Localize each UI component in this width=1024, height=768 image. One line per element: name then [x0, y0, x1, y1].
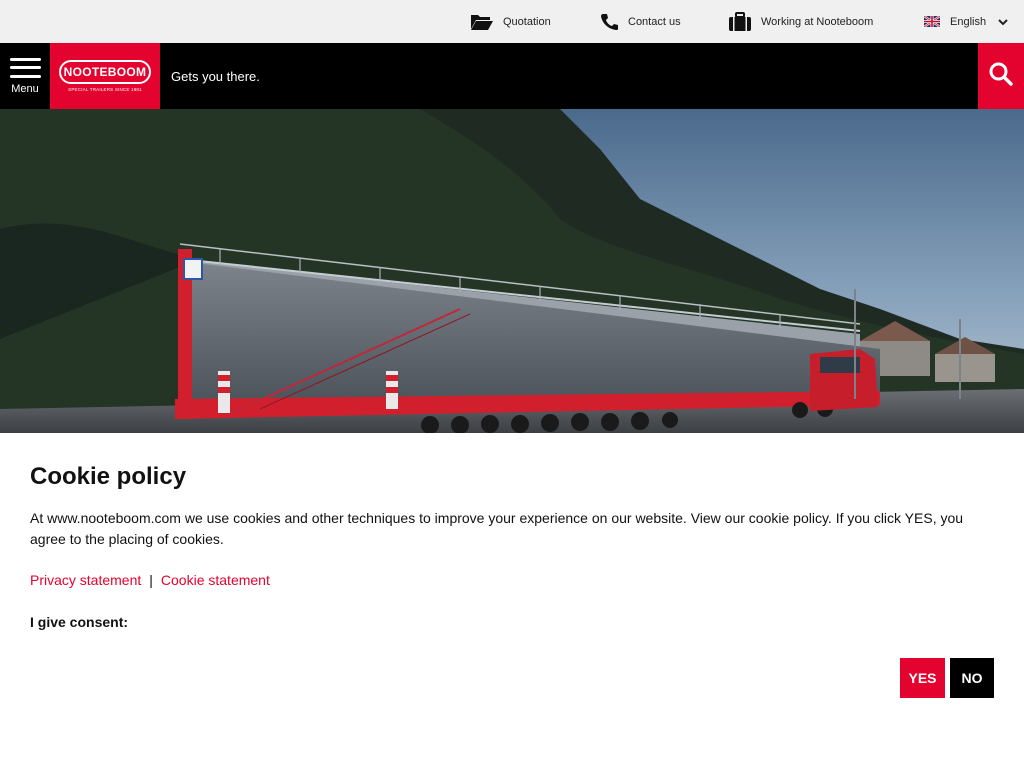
folder-icon: [470, 13, 494, 31]
hero-trailer-illustration: [0, 109, 1024, 433]
tagline: Gets you there.: [171, 68, 260, 84]
top-utility-bar: Quotation Contact us Working at Nooteboo…: [0, 0, 1024, 43]
briefcase-icon: [728, 11, 752, 32]
quotation-label: Quotation: [503, 15, 551, 28]
logo-wordmark: NOOTEBOOM: [59, 60, 151, 84]
cookie-title: Cookie policy: [30, 463, 187, 490]
menu-button[interactable]: Menu: [0, 43, 50, 109]
phone-icon: [600, 13, 619, 31]
logo-subtitle: SPECIAL TRAILERS SINCE 1881: [68, 87, 142, 92]
nooteboom-logo[interactable]: NOOTEBOOM SPECIAL TRAILERS SINCE 1881: [50, 43, 160, 109]
link-separator: |: [149, 572, 153, 588]
search-icon: [988, 61, 1014, 92]
privacy-statement-link[interactable]: Privacy statement: [30, 572, 141, 588]
cookie-policy-panel: Cookie policy At www.nooteboom.com we us…: [0, 433, 1024, 768]
cookie-statement-link[interactable]: Cookie statement: [161, 572, 270, 588]
quotation-link[interactable]: Quotation: [470, 0, 551, 43]
chevron-down-icon: [998, 18, 1008, 26]
contact-label: Contact us: [628, 15, 681, 28]
hero-image: [0, 109, 1024, 433]
consent-label: I give consent:: [30, 614, 129, 630]
main-nav: Menu NOOTEBOOM SPECIAL TRAILERS SINCE 18…: [0, 43, 1024, 109]
menu-label: Menu: [11, 82, 39, 95]
search-button[interactable]: [978, 43, 1024, 109]
cookie-description: At www.nooteboom.com we use cookies and …: [30, 510, 964, 547]
language-selector[interactable]: English: [924, 0, 1008, 43]
working-label: Working at Nooteboom: [761, 15, 874, 28]
cookie-links: Privacy statement | Cookie statement: [30, 572, 270, 588]
working-link[interactable]: Working at Nooteboom: [728, 0, 873, 43]
no-button[interactable]: NO: [950, 658, 994, 698]
language-label: English: [950, 15, 987, 28]
hamburger-icon: [9, 57, 41, 78]
yes-button[interactable]: YES: [900, 658, 945, 698]
uk-flag-icon: [924, 16, 940, 27]
contact-link[interactable]: Contact us: [600, 0, 681, 43]
